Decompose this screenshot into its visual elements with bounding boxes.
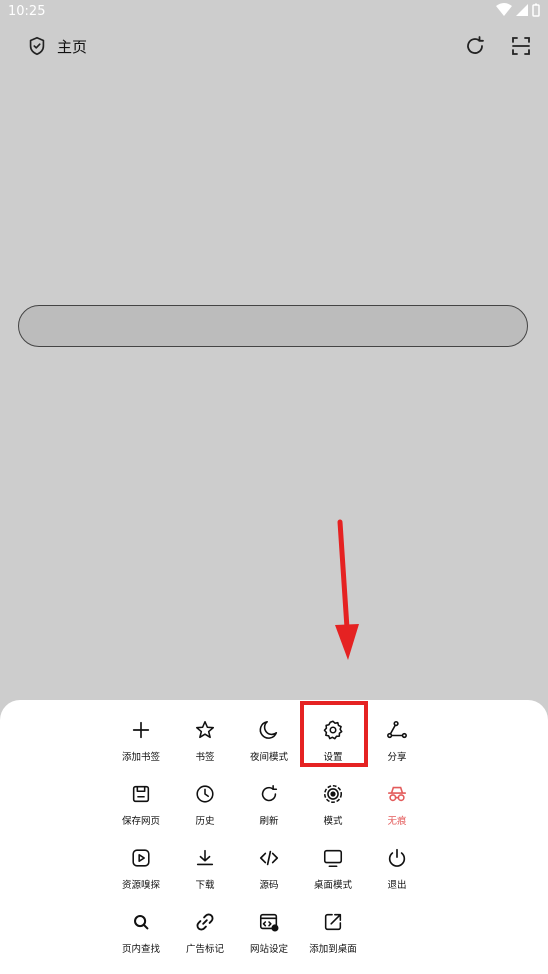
menu-item-source-code[interactable]: 源码 [237,844,301,902]
menu-item-label: 源码 [259,880,279,891]
status-time: 10:25 [8,4,46,19]
incognito-icon [387,786,407,802]
menu-item-label: 保存网页 [121,816,160,827]
menu-item-label: 退出 [387,880,407,891]
menu-item-label: 下载 [195,880,215,891]
share-icon [387,720,407,739]
menu-item-label: 分享 [387,752,407,763]
search-input[interactable] [18,305,528,347]
wifi-icon [496,3,512,16]
menu-item-label: 桌面模式 [313,880,352,891]
menu-item-label: 页内查找 [121,944,160,955]
site-settings-icon [259,913,279,932]
code-icon [259,850,279,866]
menu-item-label: 无痕 [387,816,407,827]
menu-item-mode[interactable]: 模式 [301,780,365,838]
menu-item-label: 资源嗅探 [121,880,160,891]
menu-item-label: 书签 [195,752,215,763]
status-icons [496,3,540,17]
menu-item-share[interactable]: 分享 [365,716,429,774]
page-title: 主页 [57,38,88,56]
refresh-icon[interactable] [463,34,487,58]
refresh-icon [261,784,278,802]
link-icon [196,913,214,931]
signal-icon [516,4,528,16]
plus-icon [132,721,150,739]
menu-item-label: 历史 [195,816,215,827]
shield-icon[interactable] [26,35,48,57]
menu-item-add-bookmark[interactable]: 添加书签 [109,716,173,774]
menu-item-label: 广告标记 [185,944,224,955]
settings-highlight-box [300,701,368,767]
menu-item-site-settings[interactable]: 网站设定 [237,908,301,966]
menu-item-add-to-desktop[interactable]: 添加到桌面 [301,908,365,966]
menu-item-label: 网站设定 [249,944,288,955]
monitor-icon [323,849,343,868]
search-icon [134,915,149,930]
save-icon [132,785,150,803]
menu-item-desktop-mode[interactable]: 桌面模式 [301,844,365,902]
moon-icon [259,720,278,739]
star-icon [195,720,215,739]
menu-item-download[interactable]: 下载 [173,844,237,902]
menu-item-label: 夜间模式 [249,752,288,763]
menu-item-ad-marking[interactable]: 广告标记 [173,908,237,966]
add-to-desktop-icon [324,913,342,931]
menu-item-resource-sniff[interactable]: 资源嗅探 [109,844,173,902]
menu-item-label: 模式 [323,816,343,827]
battery-icon [532,3,540,17]
history-icon [196,785,214,803]
menu-item-incognito[interactable]: 无痕 [365,780,429,838]
menu-item-label: 添加书签 [121,752,160,763]
mode-icon [323,784,343,804]
menu-item-history[interactable]: 历史 [173,780,237,838]
status-bar: 10:25 [0,0,548,24]
menu-item-night-mode[interactable]: 夜间模式 [237,716,301,774]
power-icon [388,848,406,867]
menu-item-refresh[interactable]: 刷新 [237,780,301,838]
play-icon [132,849,150,867]
menu-item-label: 添加到桌面 [309,944,357,955]
top-toolbar: 主页 [0,24,548,68]
menu-item-label: 刷新 [259,816,279,827]
menu-item-bookmarks[interactable]: 书签 [173,716,237,774]
scan-icon[interactable] [509,34,533,58]
menu-item-exit[interactable]: 退出 [365,844,429,902]
menu-item-find-in-page[interactable]: 页内查找 [109,908,173,966]
menu-item-save-page[interactable]: 保存网页 [109,780,173,838]
bottom-menu-sheet: 添加书签 书签 夜间模式 设置 分享 保存网页 历史 刷新 模式 无痕 资源嗅探… [0,700,548,974]
download-icon [196,849,214,866]
